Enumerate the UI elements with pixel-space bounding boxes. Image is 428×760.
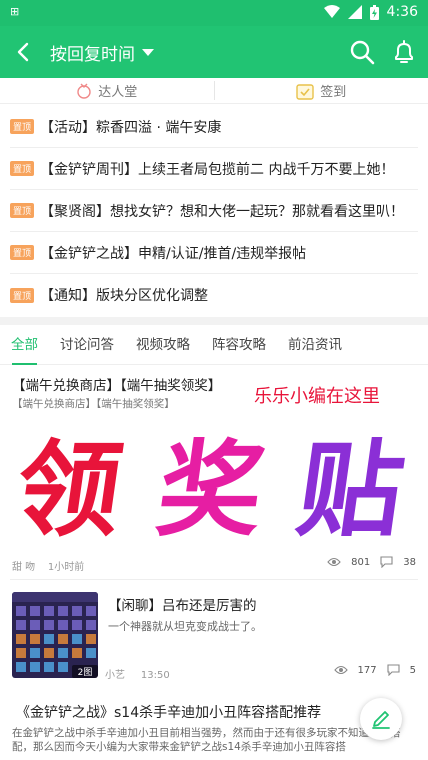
signal-icon <box>347 5 362 19</box>
pinned-item[interactable]: 置顶 【聚贤阁】想找女铲？想和大佬一起玩？那就看看这里叭！ <box>10 190 418 232</box>
eye-icon <box>327 557 341 567</box>
post-author: 甜 吻 <box>12 562 36 573</box>
banner-char: 贴 <box>290 428 411 544</box>
banner-image: 领 奖 贴 <box>10 428 412 544</box>
pin-badge: 置顶 <box>10 287 35 303</box>
sim-icon: ⊞ <box>10 5 20 18</box>
comment-icon <box>387 664 400 676</box>
checkin-button[interactable]: 签到 <box>215 78 428 103</box>
pin-badge: 置顶 <box>10 203 35 218</box>
back-arrow-icon[interactable] <box>10 38 38 66</box>
pinned-item-title: 【金铲铲之战】申精/认证/推首/违规举报帖 <box>40 245 307 262</box>
post-title: 【端午兑换商店】【端午抽奖领奖】 <box>12 378 222 394</box>
status-bar: ⊞ 4:36 <box>0 0 428 26</box>
post-subtitle: 在金铲铲之战中杀手辛迪加小丑目前相当强势，然而由于还有很多玩家不知道怎么搭配，那… <box>12 727 401 753</box>
tab-video-guides[interactable]: 视频攻略 <box>125 325 201 365</box>
pinned-item-title: 【通知】版块分区优化调整 <box>40 288 209 304</box>
post-card[interactable]: 【端午兑换商店】【端午抽奖领奖】 【端午兑换商店】【端午抽奖领奖】 乐乐小编在这… <box>0 366 428 578</box>
sort-dropdown[interactable]: 按回复时间 <box>50 40 155 65</box>
pinned-item[interactable]: 置顶 【活动】粽香四溢 · 端午安康 <box>10 106 418 148</box>
pinned-item-title: 【聚贤阁】想找女铲？想和大佬一起玩？那就看看这里叭！ <box>40 203 405 220</box>
post-title: 【闲聊】吕布还是厉害的 <box>108 598 257 614</box>
post-author: 小艺 <box>105 670 125 681</box>
post-title: 《金铲铲之战》s14杀手辛迪加小丑阵容搭配推荐 <box>16 705 322 721</box>
banner-char: 领 <box>10 428 130 544</box>
pin-badge: 置顶 <box>10 161 35 176</box>
battery-icon <box>369 4 379 20</box>
tab-all[interactable]: 全部 <box>0 325 49 365</box>
post-time: 1小时前 <box>47 562 85 573</box>
quick-nav: 达人堂 签到 <box>0 78 428 104</box>
pin-badge: 置顶 <box>10 245 35 260</box>
compose-button[interactable] <box>360 698 402 740</box>
caret-down-icon <box>142 48 154 56</box>
comment-count: 38 <box>403 556 416 568</box>
post-thumbnail: 2图 <box>12 592 98 678</box>
pinned-item[interactable]: 置顶 【通知】版块分区优化调整 <box>10 274 418 316</box>
comment-icon <box>380 556 393 568</box>
eye-icon <box>333 665 348 675</box>
pin-badge: 置顶 <box>10 119 35 134</box>
checkin-label: 签到 <box>320 85 347 100</box>
medal-icon <box>77 83 91 99</box>
tab-lineup-guides[interactable]: 阵容攻略 <box>201 325 277 365</box>
post-subtitle: 一个神器就从坦克变成战士了。 <box>108 620 262 633</box>
pinned-item-title: 【活动】粽香四溢 · 端午安康 <box>40 119 222 136</box>
view-count: 177 <box>357 664 377 676</box>
post-card[interactable]: 2图 【闲聊】吕布还是厉害的 一个神器就从坦克变成战士了。 小艺 13:50 1… <box>0 580 428 690</box>
wifi-icon <box>323 5 340 18</box>
post-time: 13:50 <box>140 670 170 681</box>
pinned-notices: 置顶 【活动】粽香四溢 · 端午安康 置顶 【金铲铲周刊】上续王者局包揽前二 内… <box>0 106 428 316</box>
clock: 4:36 <box>386 4 418 20</box>
pinned-item[interactable]: 置顶 【金铲铲之战】申精/认证/推首/违规举报帖 <box>10 232 418 274</box>
view-count: 801 <box>351 556 371 568</box>
post-subtitle: 【端午兑换商店】【端午抽奖领奖】 <box>12 398 175 410</box>
app-bar: 按回复时间 <box>0 26 428 78</box>
tab-news[interactable]: 前沿资讯 <box>277 325 353 365</box>
comment-count: 5 <box>409 664 416 676</box>
pinned-item[interactable]: 置顶 【金铲铲周刊】上续王者局包揽前二 内战千万不要上她！ <box>10 148 418 190</box>
banner-char: 奖 <box>150 428 272 544</box>
image-count-badge: 2图 <box>78 667 93 678</box>
expert-hall-button[interactable]: 达人堂 <box>0 78 214 103</box>
search-icon[interactable] <box>348 38 376 66</box>
bell-icon[interactable] <box>390 38 418 66</box>
pinned-item-title: 【金铲铲周刊】上续王者局包揽前二 内战千万不要上她！ <box>40 161 395 178</box>
expert-hall-label: 达人堂 <box>98 85 138 100</box>
category-tabs: 全部 讨论问答 视频攻略 阵容攻略 前沿资讯 <box>0 325 428 365</box>
calendar-check-icon <box>296 83 314 100</box>
pencil-icon <box>372 711 390 729</box>
post-callout: 乐乐小编在这里 <box>254 386 380 407</box>
tab-discussion[interactable]: 讨论问答 <box>49 325 125 365</box>
page-title: 按回复时间 <box>50 45 135 65</box>
